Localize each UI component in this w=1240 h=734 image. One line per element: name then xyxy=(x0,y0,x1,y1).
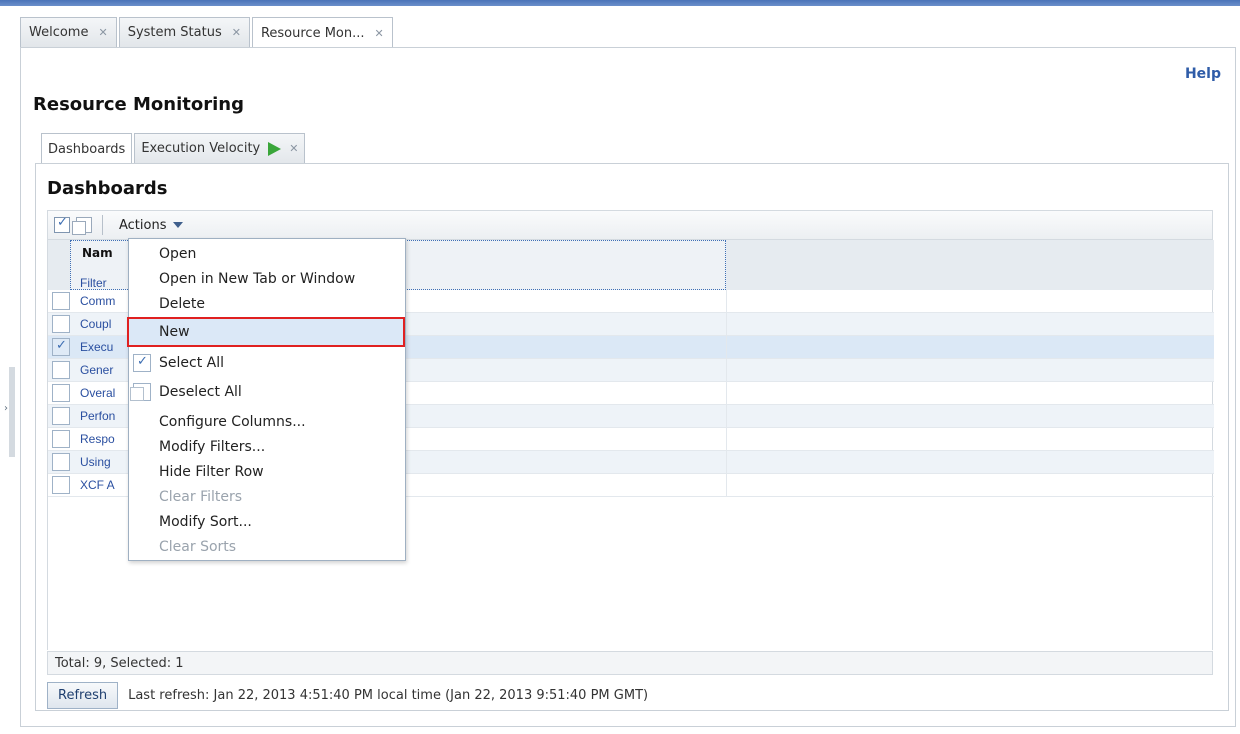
row-name-link[interactable]: Coupl xyxy=(80,317,130,331)
menu-item-label: Open xyxy=(159,245,197,262)
row-name-link[interactable]: Perfon xyxy=(80,409,130,423)
page-title: Resource Monitoring xyxy=(33,94,244,115)
row-checkbox[interactable] xyxy=(52,453,70,471)
menu-item-label: Hide Filter Row xyxy=(159,463,264,480)
close-icon[interactable]: ✕ xyxy=(289,142,298,155)
row-checkbox[interactable] xyxy=(52,292,70,310)
menu-item-label: Delete xyxy=(159,295,205,312)
column-divider xyxy=(726,405,727,428)
column-divider xyxy=(726,451,727,474)
tab-label: Dashboards xyxy=(48,141,126,157)
menu-item-label: Modify Sort... xyxy=(159,513,252,530)
menu-item-modify-sort[interactable]: Modify Sort... xyxy=(129,509,405,534)
tab-label: Welcome xyxy=(29,25,89,40)
tab-label: Resource Mon... xyxy=(260,25,365,41)
outer-tab-bar: Welcome ✕ System Status ✕ Resource Mon..… xyxy=(20,17,395,48)
checkbox-checked-icon xyxy=(133,354,151,372)
menu-item-clear-filters[interactable]: Clear Filters xyxy=(129,484,405,509)
tab-dashboards[interactable]: Dashboards xyxy=(41,133,133,164)
row-checkbox[interactable] xyxy=(52,407,70,425)
close-icon[interactable]: ✕ xyxy=(98,26,107,39)
tab-label: System Status xyxy=(127,25,222,40)
column-divider xyxy=(726,290,727,313)
row-checkbox[interactable] xyxy=(52,384,70,402)
refresh-button[interactable]: Refresh xyxy=(47,682,119,709)
row-checkbox[interactable] xyxy=(52,476,70,494)
menu-item-select-all[interactable]: Select All xyxy=(129,350,405,375)
tab-welcome[interactable]: Welcome ✕ xyxy=(20,17,117,47)
selection-summary: Total: 9, Selected: 1 xyxy=(55,655,184,671)
row-name-link[interactable]: XCF A xyxy=(80,478,130,492)
panel-title: Dashboards xyxy=(47,178,168,199)
actions-dropdown-button[interactable]: Actions xyxy=(113,218,189,233)
menu-item-label: Open in New Tab or Window xyxy=(159,270,356,287)
actions-menu: Open Open in New Tab or Window Delete Ne… xyxy=(127,238,406,561)
column-divider xyxy=(726,474,727,497)
menu-item-configure-columns[interactable]: Configure Columns... xyxy=(129,409,405,434)
checkbox-unchecked-icon xyxy=(130,383,151,401)
row-name-link[interactable]: Overal xyxy=(80,386,130,400)
top-accent-bar xyxy=(0,0,1240,6)
menu-item-open-new-tab[interactable]: Open in New Tab or Window xyxy=(129,266,405,291)
collapse-handle[interactable] xyxy=(4,367,15,457)
inner-tab-bar: Dashboards Execution Velocity ✕ xyxy=(41,133,307,164)
menu-item-hide-filter-row[interactable]: Hide Filter Row xyxy=(129,459,405,484)
menu-item-clear-sorts[interactable]: Clear Sorts xyxy=(129,534,405,559)
tab-execution-velocity[interactable]: Execution Velocity ✕ xyxy=(134,133,306,163)
column-divider xyxy=(726,336,727,359)
tab-system-status[interactable]: System Status ✕ xyxy=(118,17,250,47)
menu-item-modify-filters[interactable]: Modify Filters... xyxy=(129,434,405,459)
column-divider xyxy=(726,428,727,451)
select-all-icon[interactable] xyxy=(54,215,70,233)
row-name-link[interactable]: Gener xyxy=(80,363,130,377)
menu-item-label: Clear Sorts xyxy=(159,538,237,555)
tab-resource-monitoring[interactable]: Resource Mon... ✕ xyxy=(251,17,393,48)
refresh-row: Refresh Last refresh: Jan 22, 2013 4:51:… xyxy=(47,682,648,709)
row-name-link[interactable]: Using xyxy=(80,455,130,469)
menu-item-delete[interactable]: Delete xyxy=(129,291,405,316)
row-name-link[interactable]: Execu xyxy=(80,340,130,354)
table-status-bar: Total: 9, Selected: 1 xyxy=(47,651,1213,675)
play-icon xyxy=(268,141,282,156)
table-toolbar: Actions xyxy=(47,210,1213,240)
menu-item-label: Select All xyxy=(159,354,224,371)
menu-item-label: New xyxy=(159,324,190,340)
column-divider xyxy=(726,359,727,382)
column-divider xyxy=(726,313,727,336)
row-checkbox[interactable] xyxy=(52,361,70,379)
tab-label: Execution Velocity xyxy=(141,141,261,156)
name-header-label: Nam xyxy=(82,246,113,260)
menu-item-new[interactable]: New xyxy=(127,317,405,347)
menu-item-open[interactable]: Open xyxy=(129,241,405,266)
filter-link[interactable]: Filter xyxy=(80,276,107,290)
column-divider xyxy=(726,382,727,405)
last-refresh-text: Last refresh: Jan 22, 2013 4:51:40 PM lo… xyxy=(128,688,649,703)
toolbar-divider xyxy=(102,215,103,235)
menu-item-label: Modify Filters... xyxy=(159,438,266,455)
actions-label: Actions xyxy=(119,217,167,233)
deselect-all-icon[interactable] xyxy=(72,217,92,235)
menu-item-label: Clear Filters xyxy=(159,488,243,505)
row-checkbox[interactable] xyxy=(52,430,70,448)
close-icon[interactable]: ✕ xyxy=(375,27,384,40)
menu-item-label: Configure Columns... xyxy=(159,413,306,430)
help-link[interactable]: Help xyxy=(1185,66,1221,82)
row-name-link[interactable]: Respo xyxy=(80,432,130,446)
menu-item-label: Deselect All xyxy=(159,383,242,400)
row-checkbox[interactable] xyxy=(52,315,70,333)
row-name-link[interactable]: Comm xyxy=(80,294,130,308)
row-checkbox[interactable] xyxy=(52,338,70,356)
close-icon[interactable]: ✕ xyxy=(232,26,241,39)
chevron-down-icon xyxy=(172,222,183,228)
menu-item-deselect-all[interactable]: Deselect All xyxy=(129,379,405,404)
